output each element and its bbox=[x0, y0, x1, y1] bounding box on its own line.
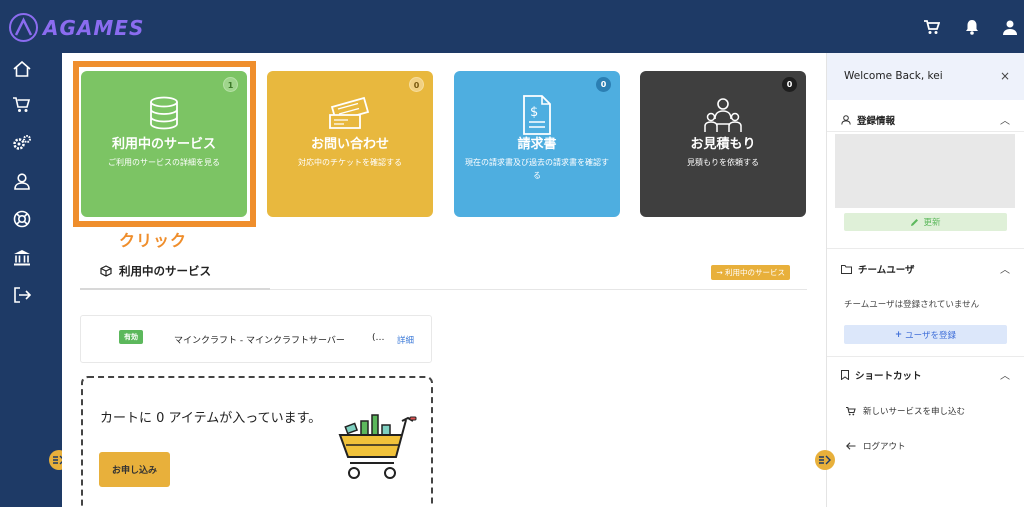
shortcut-new-service[interactable]: 新しいサービスを申し込む bbox=[846, 405, 965, 417]
status-badge: 有効 bbox=[119, 330, 143, 344]
card-quotes[interactable]: 0 お見積もり 見積もりを依頼する bbox=[640, 71, 806, 217]
panel-toggle-icon[interactable] bbox=[815, 450, 835, 470]
card-badge: 0 bbox=[596, 77, 611, 92]
logout-icon[interactable] bbox=[11, 284, 33, 306]
bank-icon[interactable] bbox=[11, 246, 33, 268]
click-annotation: クリック bbox=[119, 231, 188, 250]
invoice-icon: $ bbox=[454, 95, 620, 135]
pencil-icon bbox=[911, 218, 919, 226]
main-content: 1 利用中のサービス ご利用のサービスの詳細を見る 0 お問い合わせ 対応中のチ… bbox=[62, 53, 825, 507]
shortcut-logout[interactable]: ログアウト bbox=[846, 440, 906, 452]
highlight-frame bbox=[73, 61, 256, 227]
cart-message: カートに 0 アイテムが入っています。 bbox=[100, 411, 322, 426]
logo[interactable]: AGAMES bbox=[9, 13, 169, 43]
apply-button[interactable]: お申し込み bbox=[99, 452, 170, 487]
service-truncated: (… bbox=[372, 333, 385, 343]
card-title: 請求書 bbox=[517, 137, 557, 152]
cart-icon bbox=[846, 406, 856, 415]
user-icon bbox=[841, 115, 851, 125]
service-detail-link[interactable]: 詳細 bbox=[397, 334, 414, 346]
cart-summary: カートに 0 アイテムが入っています。 お申し込み bbox=[81, 376, 433, 507]
card-badge: 0 bbox=[782, 77, 797, 92]
arrow-left-icon bbox=[846, 442, 856, 450]
divider bbox=[827, 131, 1024, 132]
table-row[interactable]: 有効 マインクラフト - マインクラフトサーバー (… 詳細 bbox=[80, 315, 432, 363]
bookmark-icon bbox=[841, 370, 849, 380]
team-empty-text: チームユーザは登録されていません bbox=[844, 300, 980, 310]
section-tab-underline bbox=[80, 288, 270, 290]
user-icon[interactable] bbox=[11, 170, 33, 192]
registration-title: 登録情報 bbox=[857, 116, 896, 127]
card-title: お問い合わせ bbox=[310, 137, 389, 152]
cart-icon[interactable] bbox=[922, 17, 942, 37]
divider bbox=[827, 248, 1024, 249]
right-panel: Welcome Back, kei × 登録情報 ︿ 更新 チームユーザ ︿ チ… bbox=[826, 53, 1024, 507]
top-bar: AGAMES bbox=[0, 0, 1024, 53]
team-section-title[interactable]: チームユーザ bbox=[841, 262, 915, 276]
registration-info-box bbox=[835, 134, 1015, 208]
panel-header: Welcome Back, kei × bbox=[827, 53, 1024, 100]
close-icon[interactable]: × bbox=[1000, 69, 1010, 83]
card-title: お見積もり bbox=[690, 137, 756, 152]
sidebar bbox=[0, 53, 69, 507]
service-name: マインクラフト - マインクラフトサーバー bbox=[174, 336, 345, 346]
user-icon[interactable] bbox=[1000, 17, 1020, 37]
logo-text: AGAMES bbox=[43, 16, 145, 40]
shortcut-title: ショートカット bbox=[855, 371, 922, 382]
gears-icon[interactable] bbox=[11, 132, 33, 154]
card-subtitle: 現在の請求書及び過去の請求書を確認する bbox=[465, 158, 609, 180]
section-header: 利用中のサービス → 利用中のサービス bbox=[80, 263, 807, 290]
card-invoices[interactable]: 0 $ 請求書 現在の請求書及び過去の請求書を確認する bbox=[454, 71, 620, 217]
add-user-button[interactable]: + ユーザを登録 bbox=[844, 325, 1007, 344]
chevron-up-icon[interactable]: ︿ bbox=[1000, 112, 1010, 127]
bell-icon[interactable] bbox=[962, 17, 982, 37]
update-button[interactable]: 更新 bbox=[844, 213, 1007, 231]
welcome-text: Welcome Back, kei bbox=[844, 70, 943, 82]
cart-icon[interactable] bbox=[11, 94, 33, 116]
ticket-icon bbox=[267, 95, 433, 133]
card-subtitle: 対応中のチケットを確認する bbox=[298, 158, 402, 167]
svg-text:$: $ bbox=[530, 105, 538, 120]
add-user-label: ユーザを登録 bbox=[905, 330, 956, 341]
section-title: 利用中のサービス bbox=[100, 263, 211, 279]
team-icon bbox=[640, 95, 806, 133]
chevron-up-icon[interactable]: ︿ bbox=[1000, 261, 1010, 276]
chevron-up-icon[interactable]: ︿ bbox=[1000, 367, 1010, 382]
shortcut-label: 新しいサービスを申し込む bbox=[863, 407, 966, 417]
shortcut-label: ログアウト bbox=[863, 442, 906, 452]
update-label: 更新 bbox=[923, 218, 941, 228]
logo-mark-icon bbox=[9, 13, 38, 42]
cube-icon bbox=[100, 265, 112, 277]
plus-icon: + bbox=[895, 329, 903, 340]
team-title: チームユーザ bbox=[858, 265, 915, 276]
shortcut-section-title[interactable]: ショートカット bbox=[841, 368, 922, 382]
home-icon[interactable] bbox=[11, 58, 33, 80]
services-link-button[interactable]: → 利用中のサービス bbox=[711, 265, 790, 280]
card-inquiries[interactable]: 0 お問い合わせ 対応中のチケットを確認する bbox=[267, 71, 433, 217]
section-title-text: 利用中のサービス bbox=[119, 264, 211, 278]
folder-icon bbox=[841, 264, 852, 274]
card-badge: 0 bbox=[409, 77, 424, 92]
registration-section-title[interactable]: 登録情報 bbox=[841, 113, 895, 127]
card-subtitle: 見積もりを依頼する bbox=[687, 158, 759, 167]
shopping-cart-icon bbox=[336, 411, 421, 491]
support-icon[interactable] bbox=[11, 208, 33, 230]
divider bbox=[827, 356, 1024, 357]
